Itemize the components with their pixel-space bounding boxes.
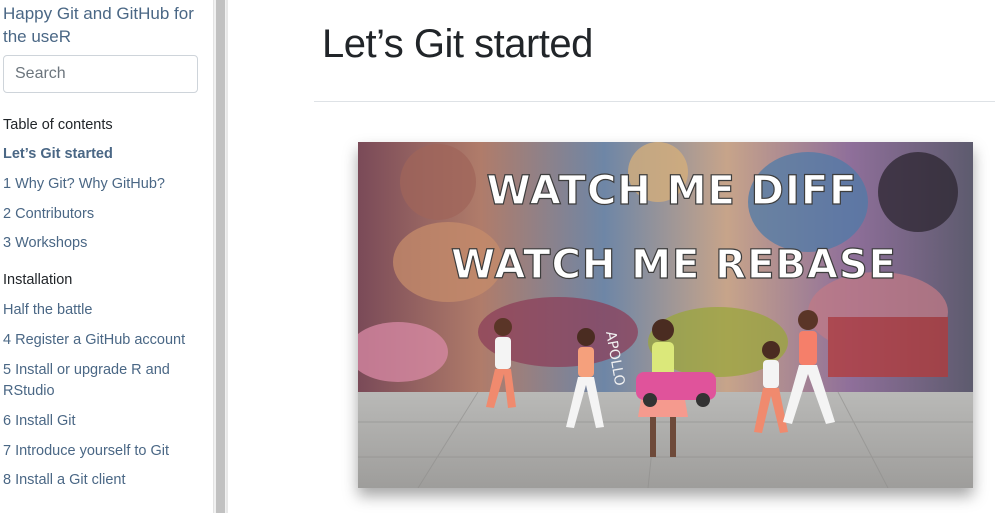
toc-item-workshops[interactable]: 3 Workshops — [3, 233, 208, 254]
toc-section-installation: Installation — [3, 272, 73, 288]
toc-item-install-git[interactable]: 6 Install Git — [3, 411, 208, 432]
title-divider — [314, 101, 995, 102]
toc-item-install-r-rstudio[interactable]: 5 Install or upgrade R and RStudio — [3, 360, 208, 402]
toc-heading: Table of contents — [3, 117, 113, 133]
sidebar-divider — [226, 0, 228, 513]
hero-text-line1: WATCH ME DIFF — [486, 168, 857, 214]
toc-item-contributors[interactable]: 2 Contributors — [3, 204, 208, 225]
sidebar: Happy Git and GitHub for the useR Table … — [0, 0, 213, 513]
toc-item-why-git[interactable]: 1 Why Git? Why GitHub? — [3, 174, 208, 195]
toc-item-lets-git-started[interactable]: Let’s Git started — [3, 144, 208, 165]
sidebar-scrollbar-thumb[interactable] — [216, 0, 225, 513]
hero-image: APOLLO WATCH ME DIFF WATCH ME REBASE — [358, 142, 973, 488]
book-title-link[interactable]: Happy Git and GitHub for the useR — [3, 2, 208, 48]
toc-item-register-github[interactable]: 4 Register a GitHub account — [3, 330, 208, 351]
toc-item-half-the-battle[interactable]: Half the battle — [3, 300, 208, 321]
hero-text-line2: WATCH ME REBASE — [451, 242, 897, 288]
search-input[interactable] — [3, 55, 198, 93]
toc-item-introduce-yourself[interactable]: 7 Introduce yourself to Git — [3, 441, 208, 462]
toc-item-install-git-client[interactable]: 8 Install a Git client — [3, 470, 208, 491]
page-title: Let’s Git started — [322, 22, 593, 66]
